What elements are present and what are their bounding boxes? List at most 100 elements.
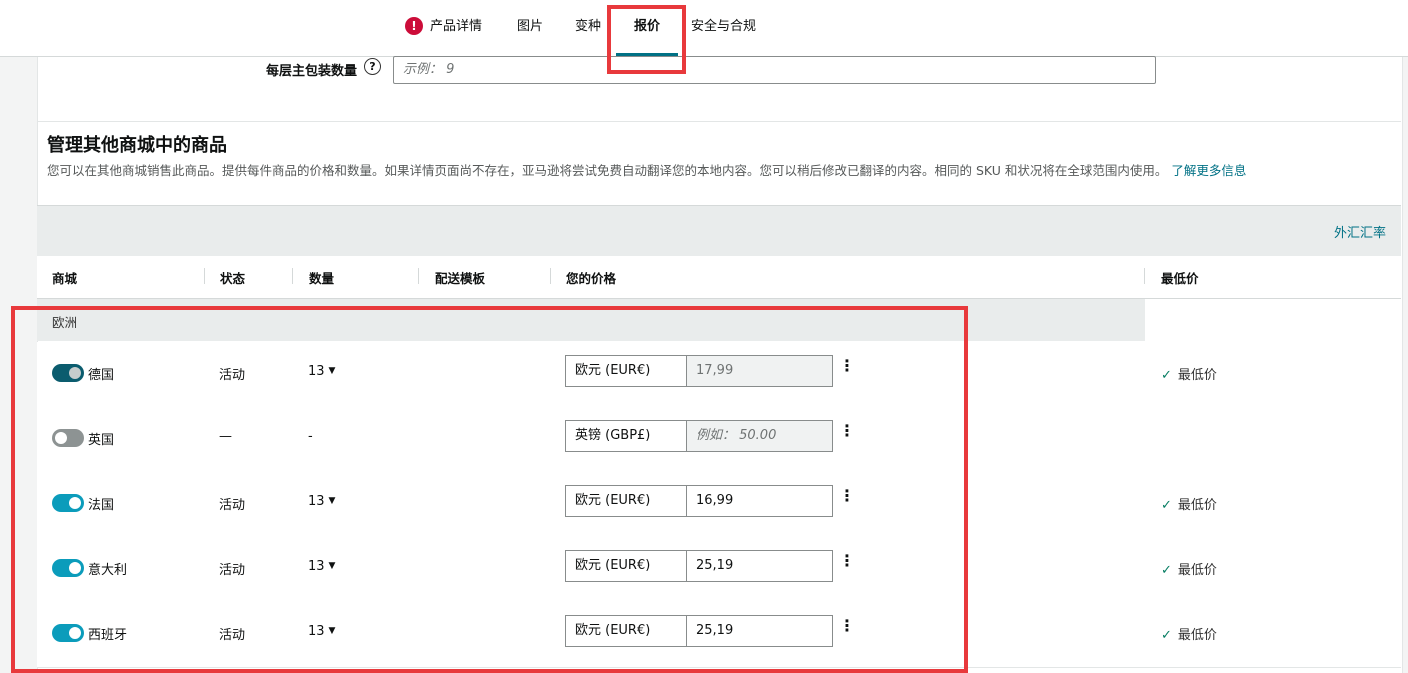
- lowest-price-label: 最低价: [1177, 498, 1217, 513]
- caret-down-icon: ▼: [328, 496, 336, 506]
- marketplace-name: 德国: [88, 368, 115, 383]
- tab-product-details[interactable]: 产品详情: [430, 0, 482, 56]
- tab-variations[interactable]: 变种: [575, 0, 601, 56]
- more-options-icon[interactable]: ⋮: [839, 488, 855, 504]
- column-divider: [550, 268, 551, 284]
- quantity-value: 13: [308, 624, 325, 639]
- col-quantity: 数量: [309, 271, 335, 286]
- marketplace-toggle[interactable]: [52, 494, 84, 512]
- package-quantity-label: 每层主包装数量: [266, 64, 358, 79]
- column-divider: [292, 268, 293, 284]
- check-icon: ✓: [1161, 368, 1172, 383]
- column-divider: [418, 268, 419, 284]
- column-divider: [204, 268, 205, 284]
- lowest-price-label: 最低价: [1177, 368, 1217, 383]
- col-marketplace: 商城: [52, 271, 78, 286]
- tab-label: 产品详情: [430, 19, 483, 34]
- status-text: 活动: [219, 368, 246, 383]
- package-quantity-input[interactable]: 示例： 9: [393, 56, 1156, 84]
- tab-offer[interactable]: 报价: [616, 0, 678, 56]
- lowest-price-label: 最低价: [1177, 563, 1217, 578]
- quantity-dropdown[interactable]: 13 ▼: [308, 624, 335, 639]
- table-row: 法国 活动 13 ▼ 欧元 (EUR€) 16,99 ⋮ ✓ 最低价: [37, 472, 1401, 538]
- tab-label: 报价: [633, 19, 660, 34]
- currency-label: 欧元 (EUR€): [565, 355, 687, 387]
- fx-rates-link[interactable]: 外汇汇率: [1334, 222, 1386, 241]
- check-icon: ✓: [1161, 563, 1172, 578]
- more-options-icon[interactable]: ⋮: [839, 423, 855, 439]
- col-shipping-template: 配送模板: [435, 271, 486, 286]
- status-text: 活动: [219, 498, 246, 513]
- marketplace-name: 西班牙: [88, 628, 128, 643]
- col-lowest-price: 最低价: [1161, 271, 1199, 286]
- marketplace-name: 法国: [88, 498, 115, 513]
- learn-more-link[interactable]: 了解更多信息: [1171, 163, 1246, 178]
- lowest-price-label: 最低价: [1177, 628, 1217, 643]
- quantity-value: 13: [308, 494, 325, 509]
- region-group-row: 欧洲: [37, 299, 1145, 341]
- quantity-value: 13: [308, 364, 325, 379]
- help-icon[interactable]: ?: [364, 58, 381, 75]
- status-text: —: [219, 429, 232, 444]
- toggle-knob: [55, 432, 67, 444]
- price-input[interactable]: 25,19: [686, 615, 833, 647]
- status-text: 活动: [219, 628, 246, 643]
- divider: [37, 121, 1401, 122]
- marketplace-toggle[interactable]: [52, 364, 84, 382]
- description-text: 您可以在其他商城销售此商品。提供每件商品的价格和数量。如果详情页面尚不存在，亚马…: [47, 163, 1168, 178]
- toggle-knob: [69, 497, 81, 509]
- marketplace-toggle[interactable]: [52, 559, 84, 577]
- status-text: 活动: [219, 563, 246, 578]
- tab-bar: ! 产品详情 图片 变种 报价 安全与合规: [0, 0, 1408, 57]
- table-row: 西班牙 活动 13 ▼ 欧元 (EUR€) 25,19 ⋮ ✓ 最低价: [37, 602, 1401, 668]
- section-title: 管理其他商城中的商品: [47, 135, 227, 156]
- check-icon: ✓: [1161, 498, 1172, 513]
- table-header: 商城 状态 数量 配送模板 您的价格 最低价: [37, 256, 1401, 299]
- more-options-icon[interactable]: ⋮: [839, 553, 855, 569]
- toggle-knob: [69, 627, 81, 639]
- quantity-dropdown[interactable]: 13 ▼: [308, 364, 335, 379]
- tab-label: 安全与合规: [691, 19, 757, 34]
- caret-down-icon: ▼: [328, 366, 336, 376]
- quantity-dropdown[interactable]: 13 ▼: [308, 559, 335, 574]
- quantity-value: 13: [308, 559, 325, 574]
- tab-safety-compliance[interactable]: 安全与合规: [691, 0, 756, 56]
- toggle-knob: [69, 367, 81, 379]
- currency-label: 欧元 (EUR€): [565, 615, 687, 647]
- alert-icon: !: [405, 17, 423, 35]
- currency-label: 英镑 (GBP£): [565, 420, 687, 452]
- more-options-icon[interactable]: ⋮: [839, 358, 855, 374]
- section-description: 您可以在其他商城销售此商品。提供每件商品的价格和数量。如果详情页面尚不存在，亚马…: [47, 160, 1246, 179]
- check-icon: ✓: [1161, 628, 1172, 643]
- lowest-price-indicator: ✓ 最低价: [1161, 364, 1217, 383]
- table-row: 德国 活动 13 ▼ 欧元 (EUR€) 17,99 ⋮ ✓ 最低价: [37, 342, 1401, 408]
- quantity-dropdown[interactable]: 13 ▼: [308, 494, 335, 509]
- marketplace-toggle[interactable]: [52, 624, 84, 642]
- price-input[interactable]: 16,99: [686, 485, 833, 517]
- price-input[interactable]: 25,19: [686, 550, 833, 582]
- fx-bar: 外汇汇率: [37, 205, 1401, 257]
- lowest-price-indicator: ✓ 最低价: [1161, 559, 1217, 578]
- currency-label: 欧元 (EUR€): [565, 550, 687, 582]
- table-row: 意大利 活动 13 ▼ 欧元 (EUR€) 25,19 ⋮ ✓ 最低价: [37, 537, 1401, 603]
- lowest-price-indicator: ✓ 最低价: [1161, 624, 1217, 643]
- caret-down-icon: ▼: [328, 561, 336, 571]
- col-your-price: 您的价格: [566, 271, 617, 286]
- region-label: 欧洲: [52, 315, 78, 330]
- tab-images[interactable]: 图片: [517, 0, 543, 56]
- currency-label: 欧元 (EUR€): [565, 485, 687, 517]
- price-input[interactable]: 例如： 50.00: [686, 420, 833, 452]
- marketplace-name: 意大利: [88, 563, 128, 578]
- table-row: 英国 — - 英镑 (GBP£) 例如： 50.00 ⋮: [37, 407, 1401, 473]
- marketplace-toggle[interactable]: [52, 429, 84, 447]
- column-divider: [1144, 268, 1145, 284]
- tab-label: 图片: [517, 19, 544, 34]
- lowest-price-indicator: ✓ 最低价: [1161, 494, 1217, 513]
- tab-label: 变种: [575, 19, 602, 34]
- toggle-knob: [69, 562, 81, 574]
- more-options-icon[interactable]: ⋮: [839, 618, 855, 634]
- price-input[interactable]: 17,99: [686, 355, 833, 387]
- caret-down-icon: ▼: [328, 626, 336, 636]
- marketplace-name: 英国: [88, 433, 115, 448]
- col-status: 状态: [220, 271, 246, 286]
